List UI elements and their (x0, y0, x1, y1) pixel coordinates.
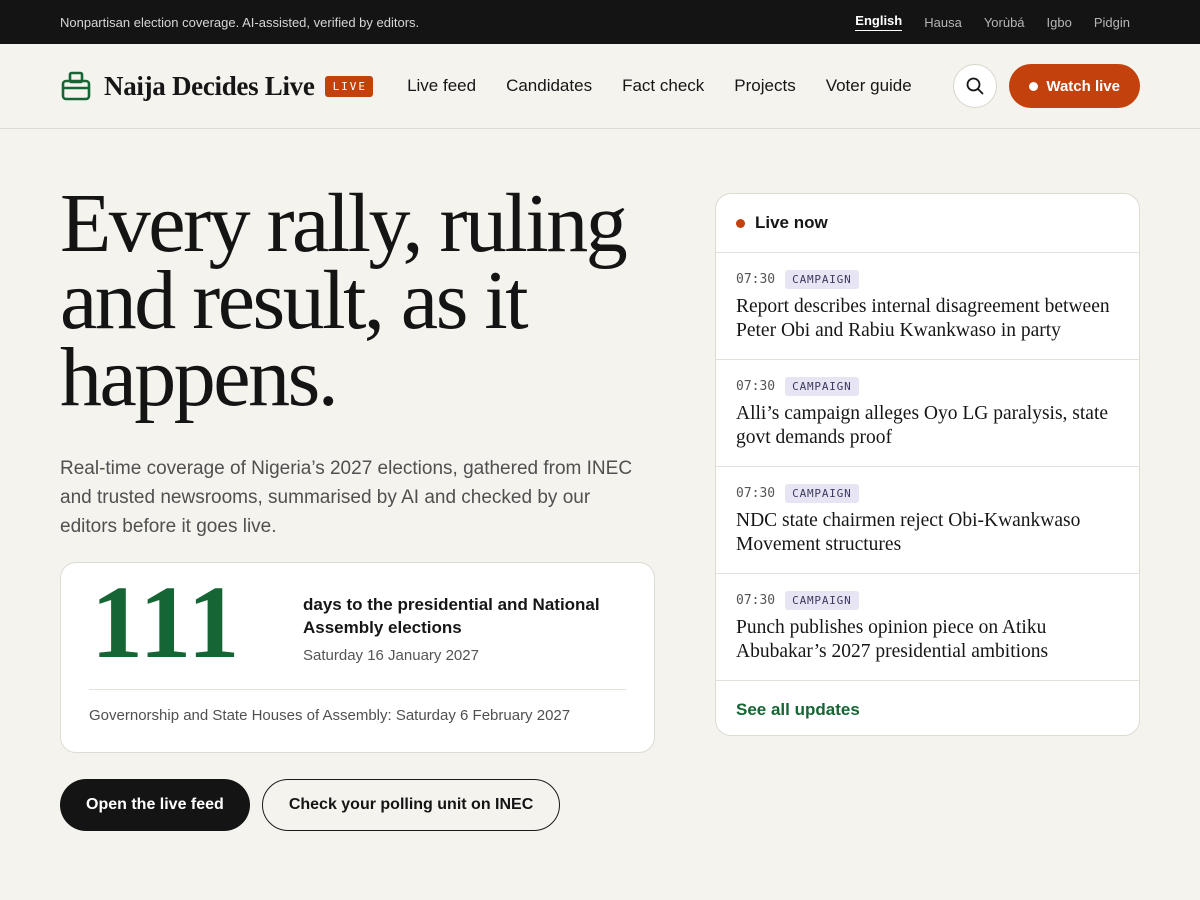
feed-meta: 07:30 CAMPAIGN (736, 590, 1119, 610)
brand-name: Naija Decides Live (104, 70, 315, 101)
check-polling-unit-button[interactable]: Check your polling unit on INEC (261, 779, 561, 831)
watch-live-label: Watch live (1046, 77, 1120, 95)
hero-title-line: happens. (60, 331, 339, 424)
watch-live-button[interactable]: Watch live (1009, 64, 1140, 108)
election-countdown-card: 111 days to the presidential and Nationa… (60, 562, 655, 753)
divider (89, 689, 626, 690)
live-now-panel: Live now 07:30 CAMPAIGN Report describes… (715, 193, 1140, 736)
feed-headline: NDC state chairmen reject Obi-Kwankwaso … (736, 510, 1081, 555)
hero-title-line: Every rally, ruling (60, 177, 628, 270)
nav-voter-guide[interactable]: Voter guide (826, 76, 912, 96)
search-button[interactable] (953, 64, 998, 108)
site-tagline: Nonpartisan election coverage. AI-assist… (60, 14, 420, 30)
live-dot-icon (1029, 81, 1039, 91)
feed-category-tag: CAMPAIGN (785, 590, 859, 610)
language-yoruba[interactable]: Yorùbá (984, 15, 1025, 30)
brand-logo-link[interactable]: Naija Decides Live LIVE (60, 70, 374, 102)
language-pidgin[interactable]: Pidgin (1094, 15, 1130, 30)
top-strip: Nonpartisan election coverage. AI-assist… (0, 0, 1200, 44)
language-hausa[interactable]: Hausa (924, 15, 962, 30)
site-header: Naija Decides Live LIVE Live feed Candid… (0, 44, 1200, 129)
nav-candidates[interactable]: Candidates (506, 76, 592, 96)
open-live-feed-button[interactable]: Open the live feed (60, 779, 250, 831)
live-feed-item[interactable]: 07:30 CAMPAIGN Punch publishes opinion p… (716, 574, 1139, 681)
live-feed-item[interactable]: 07:30 CAMPAIGN Report describes internal… (716, 253, 1139, 360)
search-icon (966, 77, 984, 95)
nav-live-feed[interactable]: Live feed (407, 76, 476, 96)
cta-row: Open the live feed Check your polling un… (60, 779, 561, 831)
language-switcher: English Hausa Yorùbá Igbo Pidgin (855, 13, 1130, 31)
hero: Every rally, ruling and result, as it ha… (60, 177, 655, 541)
live-panel-header: Live now (716, 194, 1139, 253)
live-panel-title: Live now (755, 213, 828, 232)
feed-category-tag: CAMPAIGN (785, 483, 859, 503)
nav-fact-check[interactable]: Fact check (622, 76, 704, 96)
feed-time: 07:30 (736, 271, 776, 287)
feed-headline: Report describes internal disagreement b… (736, 296, 1110, 341)
feed-meta: 07:30 CAMPAIGN (736, 269, 1119, 289)
feed-category-tag: CAMPAIGN (785, 269, 859, 289)
live-badge: LIVE (324, 75, 374, 97)
countdown-note: Governorship and State Houses of Assembl… (89, 707, 571, 724)
main-nav: Live feed Candidates Fact check Projects… (407, 76, 912, 96)
feed-time: 07:30 (736, 378, 776, 394)
feed-category-tag: CAMPAIGN (785, 376, 859, 396)
countdown-label: days to the presidential and National As… (303, 595, 600, 637)
feed-headline: Punch publishes opinion piece on Atiku A… (736, 617, 1049, 662)
feed-meta: 07:30 CAMPAIGN (736, 483, 1119, 503)
live-feed-item[interactable]: 07:30 CAMPAIGN NDC state chairmen reject… (716, 467, 1139, 574)
hero-title: Every rally, ruling and result, as it ha… (60, 177, 655, 424)
feed-time: 07:30 (736, 592, 776, 608)
ballot-box-icon (61, 71, 91, 101)
countdown-date: Saturday 16 January 2027 (303, 647, 479, 664)
language-english[interactable]: English (855, 13, 903, 31)
hero-title-line: and result, as it (60, 254, 529, 347)
feed-time: 07:30 (736, 485, 776, 501)
nav-projects[interactable]: Projects (734, 76, 795, 96)
live-feed-item[interactable]: 07:30 CAMPAIGN Alli’s campaign alleges O… (716, 360, 1139, 467)
countdown-days: 111 (91, 565, 242, 680)
feed-headline: Alli’s campaign alleges Oyo LG paralysis… (736, 403, 1109, 448)
language-igbo[interactable]: Igbo (1047, 15, 1072, 30)
live-dot-icon (736, 218, 745, 228)
see-all-updates-link[interactable]: See all updates (716, 681, 1139, 735)
hero-lede: Real-time coverage of Nigeria’s 2027 ele… (60, 458, 633, 537)
feed-meta: 07:30 CAMPAIGN (736, 376, 1119, 396)
